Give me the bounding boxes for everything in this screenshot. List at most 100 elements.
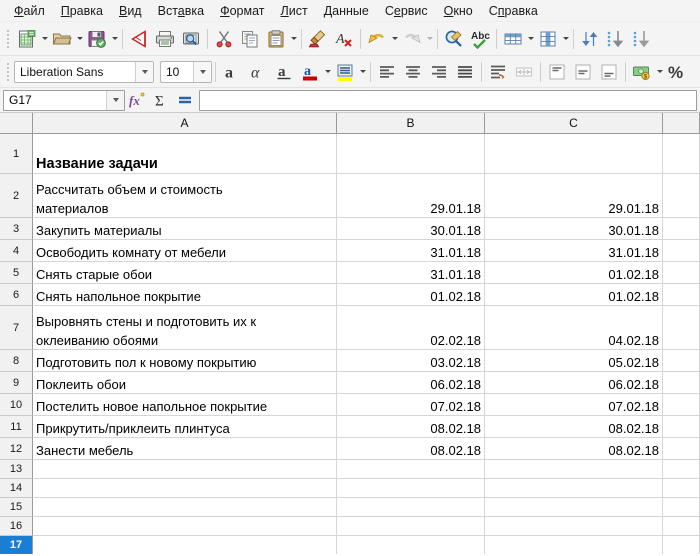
cell-a6[interactable]: Снять напольное покрытие (33, 284, 337, 306)
cell-c8[interactable]: 05.02.18 (485, 350, 663, 372)
redo-dropdown[interactable] (425, 26, 434, 52)
cell-b3[interactable]: 30.01.18 (337, 218, 485, 240)
align-left-icon[interactable] (374, 59, 400, 85)
cell-b2[interactable]: 29.01.18 (337, 174, 485, 218)
cell-b12[interactable]: 08.02.18 (337, 438, 485, 460)
align-right-icon[interactable] (426, 59, 452, 85)
cell-a5[interactable]: Снять старые обои (33, 262, 337, 284)
new-document-dropdown[interactable] (40, 26, 49, 52)
print-icon[interactable] (152, 26, 178, 52)
cell-d13[interactable] (663, 460, 700, 479)
font-name-dropdown[interactable] (135, 61, 153, 82)
cell-b8[interactable]: 03.02.18 (337, 350, 485, 372)
cell-d6[interactable] (663, 284, 700, 306)
font-size-combo[interactable]: 10 (160, 60, 212, 83)
cell-a9[interactable]: Поклеить обои (33, 372, 337, 394)
sum-icon[interactable]: Σ (149, 89, 173, 111)
row-header-4[interactable]: 4 (0, 240, 33, 262)
row-header-12[interactable]: 12 (0, 438, 33, 460)
formula-input-line[interactable] (199, 89, 697, 111)
cell-c7[interactable]: 04.02.18 (485, 306, 663, 350)
cell-d12[interactable] (663, 438, 700, 460)
cut-icon[interactable] (211, 26, 237, 52)
cell-a3[interactable]: Закупить материалы (33, 218, 337, 240)
menu-item-9[interactable]: Справка (481, 2, 546, 20)
save-document-icon[interactable] (84, 26, 110, 52)
function-wizard-icon[interactable]: fx (125, 89, 149, 111)
cell-c1[interactable] (485, 134, 663, 174)
menu-item-1[interactable]: Правка (53, 2, 111, 20)
row-header-7[interactable]: 7 (0, 306, 33, 350)
cell-a1[interactable]: Название задачи (33, 134, 337, 174)
align-middle-icon[interactable] (570, 59, 596, 85)
align-justify-icon[interactable] (452, 59, 478, 85)
cell-a10[interactable]: Постелить новое напольное покрытие (33, 394, 337, 416)
font-size-dropdown[interactable] (193, 61, 211, 82)
row-header-13[interactable]: 13 (0, 460, 33, 479)
cell-c12[interactable]: 08.02.18 (485, 438, 663, 460)
cell-a7[interactable]: Выровнять стены и подготовить их к оклеив… (33, 306, 337, 350)
insert-column-icon[interactable] (535, 26, 561, 52)
align-bottom-icon[interactable] (596, 59, 622, 85)
select-all-corner[interactable] (0, 113, 33, 134)
cell-d16[interactable] (663, 517, 700, 536)
menu-item-2[interactable]: Вид (111, 2, 150, 20)
name-box-dropdown[interactable] (106, 90, 124, 110)
paste-icon[interactable] (263, 26, 289, 52)
row-header-15[interactable]: 15 (0, 498, 33, 517)
cell-b14[interactable] (337, 479, 485, 498)
column-header-c[interactable]: C (485, 113, 663, 134)
font-color-icon[interactable]: a (297, 59, 323, 85)
underline-icon[interactable]: a (271, 59, 297, 85)
row-header-5[interactable]: 5 (0, 262, 33, 284)
sort-descending-icon[interactable] (629, 26, 655, 52)
open-document-icon[interactable] (49, 26, 75, 52)
cell-d4[interactable] (663, 240, 700, 262)
cell-d17[interactable] (663, 536, 700, 554)
cell-a13[interactable] (33, 460, 337, 479)
cell-b15[interactable] (337, 498, 485, 517)
menu-item-8[interactable]: Окно (436, 2, 481, 20)
export-pdf-icon[interactable] (126, 26, 152, 52)
insert-row-icon[interactable] (500, 26, 526, 52)
percent-format-icon[interactable]: % (664, 59, 690, 85)
menu-item-3[interactable]: Вставка (150, 2, 212, 20)
cell-d8[interactable] (663, 350, 700, 372)
column-header-a[interactable]: A (33, 113, 337, 134)
redo-icon[interactable] (399, 26, 425, 52)
cell-b16[interactable] (337, 517, 485, 536)
cell-d14[interactable] (663, 479, 700, 498)
cell-c17[interactable] (485, 536, 663, 554)
cell-b6[interactable]: 01.02.18 (337, 284, 485, 306)
currency-format-dropdown[interactable] (655, 59, 664, 85)
row-header-14[interactable]: 14 (0, 479, 33, 498)
cell-c3[interactable]: 30.01.18 (485, 218, 663, 240)
sort-icon[interactable] (577, 26, 603, 52)
insert-column-dropdown[interactable] (561, 26, 570, 52)
menu-item-6[interactable]: Данные (316, 2, 377, 20)
cell-d15[interactable] (663, 498, 700, 517)
cell-a16[interactable] (33, 517, 337, 536)
highlight-color-dropdown[interactable] (358, 59, 367, 85)
column-header-b[interactable]: B (337, 113, 485, 134)
toolbar-grip[interactable] (4, 61, 11, 83)
row-header-17[interactable]: 17 (0, 536, 33, 554)
merge-cells-icon[interactable] (511, 59, 537, 85)
row-header-9[interactable]: 9 (0, 372, 33, 394)
menu-item-7[interactable]: Сервис (377, 2, 436, 20)
cell-c16[interactable] (485, 517, 663, 536)
cell-b9[interactable]: 06.02.18 (337, 372, 485, 394)
font-color-dropdown[interactable] (323, 59, 332, 85)
row-header-1[interactable]: 1 (0, 134, 33, 174)
save-document-dropdown[interactable] (110, 26, 119, 52)
paste-dropdown[interactable] (289, 26, 298, 52)
currency-format-icon[interactable]: $ (629, 59, 655, 85)
cell-c15[interactable] (485, 498, 663, 517)
insert-row-dropdown[interactable] (526, 26, 535, 52)
align-center-icon[interactable] (400, 59, 426, 85)
cell-c4[interactable]: 31.01.18 (485, 240, 663, 262)
row-header-10[interactable]: 10 (0, 394, 33, 416)
row-header-8[interactable]: 8 (0, 350, 33, 372)
italic-icon[interactable]: α (245, 59, 271, 85)
cell-b11[interactable]: 08.02.18 (337, 416, 485, 438)
